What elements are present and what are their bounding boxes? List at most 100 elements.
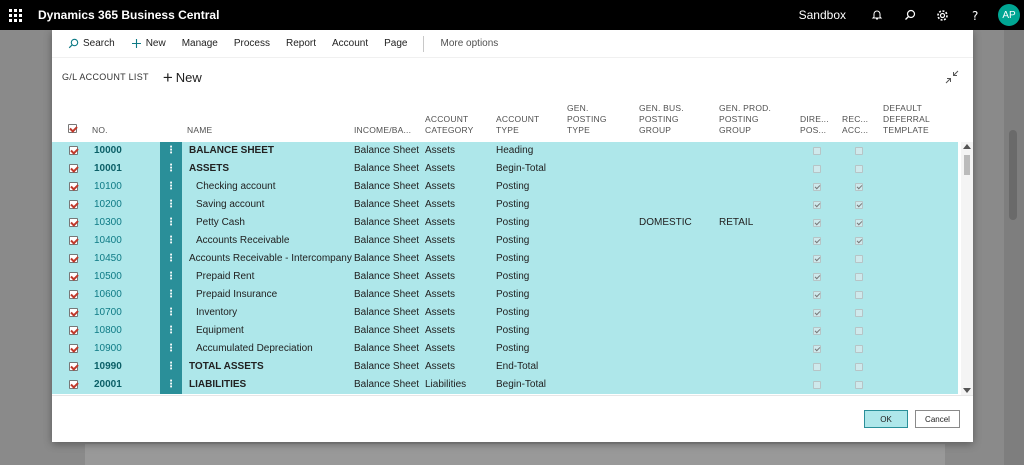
table-row[interactable]: 20001 ⋮ LIABILITIES Balance Sheet Liabilitie…: [52, 376, 958, 394]
reconciliation-checkbox[interactable]: [855, 291, 863, 299]
row-select-checkbox[interactable]: [69, 236, 78, 245]
row-actions-icon[interactable]: ⋮: [160, 304, 182, 322]
row-select-checkbox[interactable]: [69, 308, 78, 317]
row-actions-icon[interactable]: ⋮: [160, 196, 182, 214]
reconciliation-checkbox[interactable]: [855, 255, 863, 263]
environment-name[interactable]: Sandbox: [799, 8, 846, 22]
row-select-checkbox[interactable]: [69, 326, 78, 335]
report-menu[interactable]: Report: [278, 30, 324, 58]
reconciliation-checkbox[interactable]: [855, 183, 863, 191]
direct-posting-checkbox[interactable]: [813, 345, 821, 353]
new-button[interactable]: New: [123, 30, 174, 58]
reconciliation-checkbox[interactable]: [855, 147, 863, 155]
reconciliation-checkbox[interactable]: [855, 345, 863, 353]
row-actions-icon[interactable]: ⋮: [160, 232, 182, 250]
account-no-link[interactable]: 10600: [94, 286, 122, 304]
header-gen-bus-posting-group[interactable]: GEN. BUS. POSTING GROUP: [639, 103, 684, 136]
table-row[interactable]: 10100 ⋮ Checking account Balance Sheet Asset…: [52, 178, 958, 196]
table-row[interactable]: 10400 ⋮ Accounts Receivable Balance Sheet As…: [52, 232, 958, 250]
cancel-button[interactable]: Cancel: [915, 410, 960, 428]
reconciliation-checkbox[interactable]: [855, 201, 863, 209]
header-direct-posting[interactable]: DIRE... POS...: [800, 114, 829, 136]
header-gen-prod-posting-group[interactable]: GEN. PROD. POSTING GROUP: [719, 103, 771, 136]
row-actions-icon[interactable]: ⋮: [160, 250, 182, 268]
header-account-type[interactable]: ACCOUNT TYPE: [496, 114, 539, 136]
reconciliation-checkbox[interactable]: [855, 381, 863, 389]
account-no-link[interactable]: 10200: [94, 196, 122, 214]
account-no-link[interactable]: 10900: [94, 340, 122, 358]
row-select-checkbox[interactable]: [69, 362, 78, 371]
row-actions-icon[interactable]: ⋮: [160, 322, 182, 340]
search-icon[interactable]: [893, 0, 926, 30]
header-income-balance[interactable]: INCOME/BA...: [354, 125, 411, 136]
reconciliation-checkbox[interactable]: [855, 363, 863, 371]
account-no-link[interactable]: 10450: [94, 250, 122, 268]
grid-scrollbar[interactable]: [961, 142, 973, 395]
header-account-category[interactable]: ACCOUNT CATEGORY: [425, 114, 474, 136]
direct-posting-checkbox[interactable]: [813, 309, 821, 317]
row-select-checkbox[interactable]: [69, 290, 78, 299]
page-menu[interactable]: Page: [376, 30, 415, 58]
direct-posting-checkbox[interactable]: [813, 273, 821, 281]
direct-posting-checkbox[interactable]: [813, 147, 821, 155]
direct-posting-checkbox[interactable]: [813, 183, 821, 191]
row-actions-icon[interactable]: ⋮: [160, 340, 182, 358]
direct-posting-checkbox[interactable]: [813, 165, 821, 173]
account-no-link[interactable]: 10700: [94, 304, 122, 322]
scroll-thumb[interactable]: [964, 155, 970, 175]
table-row[interactable]: 10000 ⋮ BALANCE SHEET Balance Sheet Assets He…: [52, 142, 958, 160]
table-row[interactable]: 10700 ⋮ Inventory Balance Sheet Assets Postin…: [52, 304, 958, 322]
direct-posting-checkbox[interactable]: [813, 381, 821, 389]
header-gen-posting-type[interactable]: GEN. POSTING TYPE: [567, 103, 607, 136]
reconciliation-checkbox[interactable]: [855, 309, 863, 317]
row-actions-icon[interactable]: ⋮: [160, 286, 182, 304]
reconciliation-checkbox[interactable]: [855, 219, 863, 227]
row-select-checkbox[interactable]: [69, 272, 78, 281]
header-default-deferral[interactable]: DEFAULT DEFERRAL TEMPLATE: [883, 103, 930, 136]
table-row[interactable]: 10300 ⋮ Petty Cash Balance Sheet Assets Posti…: [52, 214, 958, 232]
account-no-link[interactable]: 10100: [94, 178, 122, 196]
account-no-link[interactable]: 10300: [94, 214, 122, 232]
row-actions-icon[interactable]: ⋮: [160, 214, 182, 232]
account-no-link[interactable]: 10500: [94, 268, 122, 286]
row-select-checkbox[interactable]: [69, 182, 78, 191]
row-select-checkbox[interactable]: [69, 380, 78, 389]
row-select-checkbox[interactable]: [69, 344, 78, 353]
account-no-link[interactable]: 10800: [94, 322, 122, 340]
account-menu[interactable]: Account: [324, 30, 376, 58]
account-no-link[interactable]: 10001: [94, 160, 122, 178]
row-actions-icon[interactable]: ⋮: [160, 142, 182, 160]
table-row[interactable]: 10800 ⋮ Equipment Balance Sheet Assets Postin…: [52, 322, 958, 340]
table-row[interactable]: 10001 ⋮ ASSETS Balance Sheet Assets Begin-Tot…: [52, 160, 958, 178]
account-no-link[interactable]: 10990: [94, 358, 122, 376]
process-menu[interactable]: Process: [226, 30, 278, 58]
header-no[interactable]: NO.: [92, 125, 108, 136]
row-actions-icon[interactable]: ⋮: [160, 358, 182, 376]
header-name[interactable]: NAME: [187, 125, 212, 136]
manage-menu[interactable]: Manage: [174, 30, 226, 58]
row-select-checkbox[interactable]: [69, 218, 78, 227]
direct-posting-checkbox[interactable]: [813, 255, 821, 263]
reconciliation-checkbox[interactable]: [855, 165, 863, 173]
reconciliation-checkbox[interactable]: [855, 273, 863, 281]
gear-icon[interactable]: [926, 0, 959, 30]
app-launcher-icon[interactable]: [0, 0, 30, 30]
search-button[interactable]: Search: [52, 30, 123, 58]
row-select-checkbox[interactable]: [69, 200, 78, 209]
table-row[interactable]: 10600 ⋮ Prepaid Insurance Balance Sheet Asse…: [52, 286, 958, 304]
help-icon[interactable]: ?: [959, 0, 992, 30]
reconciliation-checkbox[interactable]: [855, 327, 863, 335]
table-row[interactable]: 10450 ⋮ Accounts Receivable - Intercompany…: [52, 250, 958, 268]
row-select-checkbox[interactable]: [69, 146, 78, 155]
row-actions-icon[interactable]: ⋮: [160, 268, 182, 286]
direct-posting-checkbox[interactable]: [813, 201, 821, 209]
account-no-link[interactable]: 10400: [94, 232, 122, 250]
table-row[interactable]: 10900 ⋮ Accumulated Depreciation Balance Sh…: [52, 340, 958, 358]
row-select-checkbox[interactable]: [69, 164, 78, 173]
ok-button[interactable]: OK: [864, 410, 908, 428]
header-reconciliation[interactable]: REC... ACC...: [842, 114, 868, 136]
scroll-down-icon[interactable]: [963, 388, 971, 393]
avatar[interactable]: AP: [998, 4, 1020, 26]
table-row[interactable]: 10990 ⋮ TOTAL ASSETS Balance Sheet Assets End…: [52, 358, 958, 376]
new-record-button[interactable]: + New: [163, 69, 202, 86]
